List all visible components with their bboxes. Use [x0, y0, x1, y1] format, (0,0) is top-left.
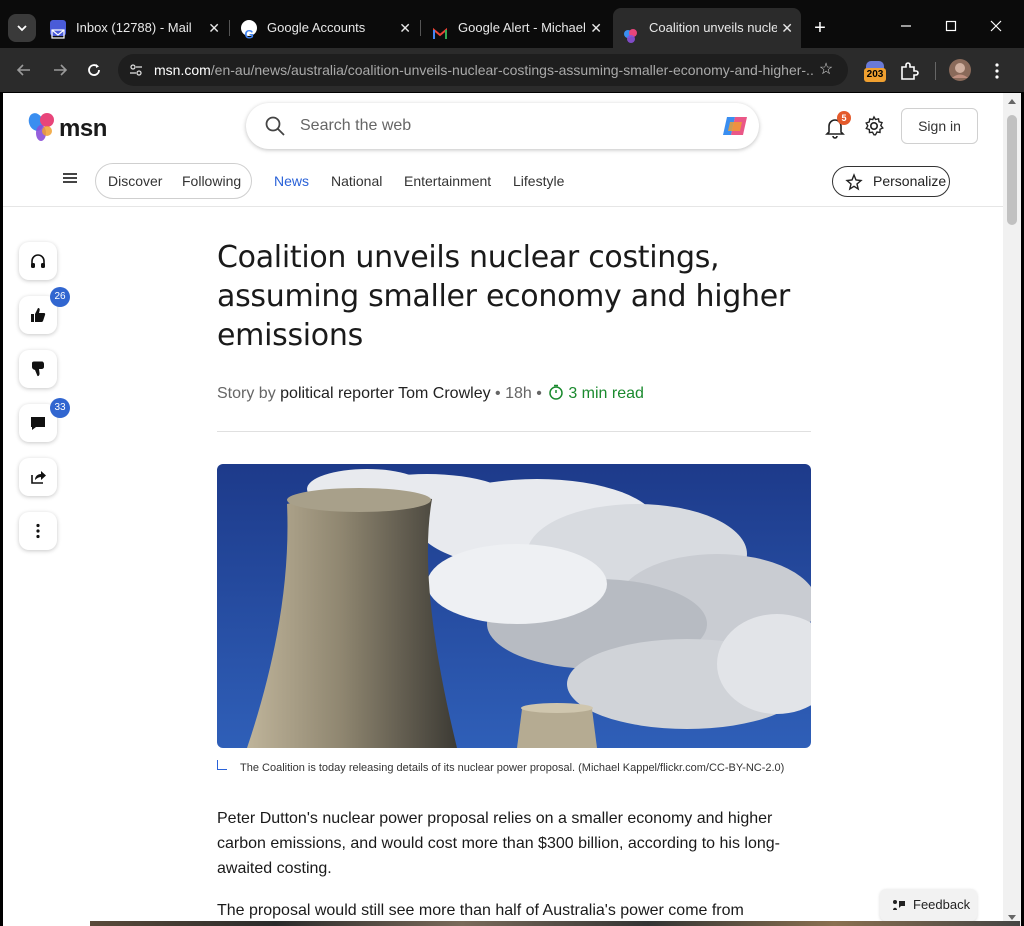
tab-title: Coalition unveils nuclea	[649, 20, 777, 35]
feed-toggle: Discover Following	[95, 163, 252, 199]
share-icon	[31, 471, 46, 484]
maximize-button[interactable]	[931, 12, 971, 44]
msn-icon	[623, 20, 639, 43]
url-text[interactable]: msn.com/en-au/news/australia/coalition-u…	[154, 54, 814, 86]
tab-google-alert[interactable]: Google Alert - Michael I ✕	[422, 10, 610, 46]
minimize-icon	[901, 25, 911, 27]
scroll-up-arrow-icon[interactable]	[1008, 99, 1016, 104]
tab-google-accounts[interactable]: G Google Accounts ✕	[231, 10, 419, 46]
article-paragraph: Peter Dutton's nuclear power proposal re…	[217, 810, 780, 877]
close-icon[interactable]: ✕	[399, 10, 411, 46]
tab-search-button[interactable]	[8, 14, 36, 42]
time-ago: 18h	[505, 385, 532, 402]
search-icon	[265, 116, 285, 136]
nav-pill-discover[interactable]: Discover	[108, 164, 162, 198]
reload-button[interactable]	[80, 56, 108, 84]
cooling-tower-photo	[217, 464, 811, 748]
listen-button[interactable]	[19, 242, 57, 280]
comment-count-badge: 33	[50, 398, 70, 418]
thumbs-down-icon	[32, 361, 44, 377]
back-button[interactable]	[10, 56, 38, 84]
gear-icon[interactable]	[863, 115, 885, 137]
article-hero-image[interactable]	[217, 464, 811, 748]
taskbar-strip	[90, 921, 1020, 926]
mail-icon	[50, 20, 66, 39]
tab-title: Google Accounts	[267, 20, 366, 35]
extensions-menu-button[interactable]	[898, 58, 924, 84]
sparkle-star-icon	[845, 173, 863, 191]
feedback-button[interactable]: Feedback	[880, 889, 977, 921]
search-input[interactable]	[300, 103, 700, 149]
new-tab-button[interactable]: +	[808, 14, 832, 42]
scroll-down-arrow-icon[interactable]	[1008, 915, 1016, 920]
tab-title: Google Alert - Michael I	[458, 20, 586, 35]
scroll-thumb[interactable]	[1007, 115, 1017, 225]
close-icon[interactable]: ✕	[781, 8, 793, 48]
more-options-button[interactable]	[19, 512, 57, 550]
divider	[217, 431, 811, 432]
notification-badge: 5	[837, 111, 851, 125]
google-icon: G	[241, 20, 257, 42]
hamburger-menu-icon[interactable]	[63, 173, 77, 183]
forward-button[interactable]	[46, 56, 74, 84]
tab-title: Inbox (12788) - Mail	[76, 20, 192, 35]
chevron-down-icon	[17, 25, 27, 32]
msn-page: msn 5 Sign in Discover Following News Na…	[3, 93, 1003, 926]
like-count-badge: 26	[50, 287, 70, 307]
close-icon	[990, 20, 1002, 32]
nav-link-national[interactable]: National	[331, 163, 382, 199]
close-window-button[interactable]	[976, 12, 1016, 44]
minimize-button[interactable]	[886, 12, 926, 44]
puzzle-icon	[901, 62, 919, 80]
reload-icon	[88, 64, 100, 76]
arrow-left-icon	[16, 64, 30, 76]
author-link[interactable]: political reporter Tom Crowley	[280, 385, 490, 402]
nav-link-entertainment[interactable]: Entertainment	[404, 163, 491, 199]
nav-link-news[interactable]: News	[274, 163, 309, 199]
article-paragraph: The proposal would still see more than h…	[217, 902, 744, 919]
search-box[interactable]	[246, 103, 759, 149]
gmail-icon	[432, 20, 448, 39]
msn-butterfly-icon	[28, 113, 54, 141]
nav-pill-following[interactable]: Following	[182, 164, 241, 198]
tab-msn-article[interactable]: Coalition unveils nuclea ✕	[613, 8, 801, 48]
page-scrollbar[interactable]	[1003, 93, 1021, 926]
copilot-icon[interactable]	[721, 113, 749, 139]
logo-text: msn	[59, 115, 107, 142]
article-headline: Coalition unveils nuclear costings, assu…	[217, 240, 790, 353]
arrow-right-icon	[54, 64, 68, 76]
address-bar[interactable]: msn.com/en-au/news/australia/coalition-u…	[118, 54, 848, 86]
svg-text:G: G	[245, 28, 254, 42]
timer-icon	[549, 384, 564, 400]
read-time: 3 min read	[568, 385, 644, 402]
close-icon[interactable]: ✕	[208, 10, 220, 46]
share-button[interactable]	[19, 458, 57, 496]
headphones-icon	[31, 254, 45, 268]
site-info-icon[interactable]	[126, 60, 146, 80]
bookmark-star-icon[interactable]: ☆	[816, 60, 836, 80]
thumbs-up-icon	[31, 308, 46, 322]
caption-marker	[217, 760, 227, 770]
more-vertical-icon	[36, 523, 40, 539]
nav-link-lifestyle[interactable]: Lifestyle	[513, 163, 564, 199]
browser-menu-button[interactable]	[986, 58, 1012, 84]
comment-icon	[31, 417, 45, 430]
feedback-icon	[893, 900, 905, 910]
profile-avatar[interactable]	[948, 58, 974, 84]
more-vertical-icon	[995, 63, 999, 79]
tab-mail[interactable]: Inbox (12788) - Mail ✕	[40, 10, 228, 46]
sign-in-button[interactable]: Sign in	[901, 108, 978, 144]
extension-badge: 203	[864, 68, 886, 82]
browser-window: Inbox (12788) - Mail ✕ G Google Accounts…	[0, 0, 1024, 926]
browser-toolbar: msn.com/en-au/news/australia/coalition-u…	[0, 48, 1024, 92]
close-icon[interactable]: ✕	[590, 10, 602, 46]
avatar-icon	[949, 59, 971, 81]
msn-header: msn 5 Sign in Discover Following News Na…	[3, 93, 1003, 207]
image-caption: The Coalition is today releasing details…	[240, 762, 785, 774]
personalize-button[interactable]: Personalize	[832, 166, 950, 197]
maximize-icon	[945, 20, 957, 32]
article-byline: Story by political reporter Tom Crowley …	[217, 384, 644, 402]
tab-strip: Inbox (12788) - Mail ✕ G Google Accounts…	[0, 0, 1024, 48]
dislike-button[interactable]	[19, 350, 57, 388]
